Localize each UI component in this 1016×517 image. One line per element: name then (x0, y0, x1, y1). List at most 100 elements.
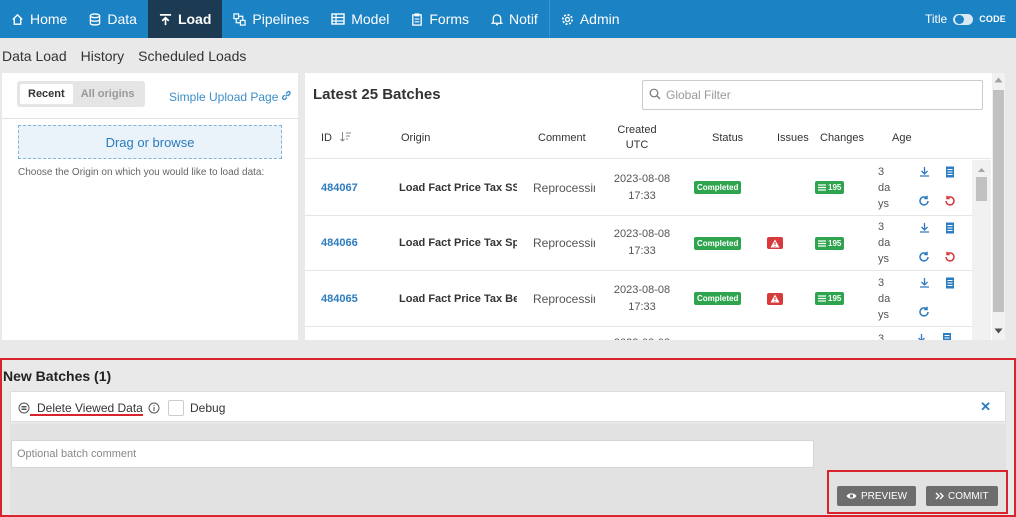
nav-load[interactable]: Load (147, 0, 223, 38)
batch-comment: Reprocessing (533, 291, 595, 306)
document-icon[interactable] (945, 166, 955, 181)
nav-model[interactable]: Model (320, 0, 400, 38)
warning-icon[interactable] (767, 292, 783, 305)
batch-id-link[interactable]: 484065 (321, 271, 381, 326)
download-icon[interactable] (916, 333, 927, 340)
row-actions-2 (942, 222, 958, 266)
subnav-scheduled-loads[interactable]: Scheduled Loads (138, 48, 246, 64)
debug-checkbox[interactable] (168, 399, 184, 416)
title-code-toggle[interactable] (953, 13, 974, 25)
nav-data[interactable]: Data (78, 0, 148, 38)
nav-home[interactable]: Home (0, 0, 78, 38)
column-status[interactable]: Status (712, 117, 743, 159)
table-row[interactable]: 484067 Load Fact Price Tax SS Reprocessi… (305, 160, 991, 216)
changes-badge[interactable]: 195 (815, 181, 845, 194)
batch-created: 2023-08-08 17:33 (605, 271, 679, 326)
model-icon (331, 13, 345, 25)
batch-origin: Load Fact Price Tax SS (399, 181, 517, 194)
download-icon[interactable] (919, 222, 930, 236)
changes-badge[interactable]: 195 (815, 236, 845, 250)
origin-panel: Recent All origins Simple Upload Page Dr… (2, 73, 298, 340)
column-changes[interactable]: Changes (820, 117, 864, 159)
preview-button[interactable]: PREVIEW (837, 486, 917, 506)
tab-all-origins[interactable]: All origins (73, 84, 143, 104)
batch-created: 2023-08-08 17:33 (605, 160, 679, 215)
document-icon[interactable] (942, 332, 952, 340)
sort-icon[interactable] (340, 131, 352, 145)
age-line: 3 (878, 276, 885, 289)
column-age[interactable]: Age (892, 117, 912, 159)
simple-upload-link[interactable]: Simple Upload Page (169, 90, 292, 104)
drag-or-browse-dropzone[interactable]: Drag or browse (18, 125, 282, 159)
reload-icon[interactable] (918, 251, 930, 266)
revert-icon[interactable] (944, 251, 956, 266)
download-icon[interactable] (919, 277, 930, 291)
row-actions-1 (916, 333, 927, 340)
page-scrollbar[interactable] (992, 73, 1005, 340)
nav-right-controls: Title CODE (925, 12, 1016, 26)
batch-age: 3 da ys (878, 271, 894, 326)
table-scrollbar[interactable] (972, 160, 991, 340)
new-batches-section: New Batches (1) Delete Viewed Data Debug… (0, 358, 1016, 517)
tab-recent[interactable]: Recent (20, 84, 73, 104)
list-icon (818, 239, 826, 247)
global-filter-input[interactable] (666, 88, 966, 102)
nav-forms[interactable]: Forms (400, 0, 480, 38)
table-row[interactable]: 484065 Load Fact Price Tax Be Reprocessi… (305, 271, 991, 327)
batches-panel: Latest 25 Batches ID Origin Comment Crea… (305, 73, 1005, 340)
divider (2, 118, 298, 119)
column-id[interactable]: ID (321, 117, 352, 159)
preview-button-label: PREVIEW (861, 490, 908, 502)
nav-pipelines[interactable]: Pipelines (222, 0, 320, 38)
batch-issues (767, 271, 787, 326)
document-icon[interactable] (945, 277, 955, 292)
column-origin[interactable]: Origin (401, 117, 430, 159)
table-row[interactable]: 484066 Load Fact Price Tax Sp Reprocessi… (305, 216, 991, 271)
reload-icon[interactable] (918, 306, 930, 321)
reload-icon[interactable] (918, 195, 930, 210)
batch-status: Completed (694, 271, 754, 326)
table-row[interactable]: 2023-08-08 3 (305, 327, 991, 340)
info-icon[interactable] (148, 392, 160, 423)
delete-viewed-data-label[interactable]: Delete Viewed Data (37, 392, 143, 423)
menu-circle-icon[interactable] (18, 392, 30, 423)
batch-id-link[interactable]: 484066 (321, 216, 381, 271)
batch-comment-input[interactable] (11, 440, 814, 468)
changes-count: 195 (828, 238, 842, 248)
debug-label: Debug (190, 400, 226, 415)
choose-origin-hint: Choose the Origin on which you would lik… (18, 167, 265, 178)
subnav-data-load[interactable]: Data Load (2, 48, 67, 64)
revert-icon[interactable] (944, 195, 956, 210)
document-icon[interactable] (945, 222, 955, 237)
subnav-history[interactable]: History (81, 48, 125, 64)
batch-age: 3 da ys (878, 160, 894, 215)
created-date: 2023-08-08 (613, 228, 671, 240)
list-icon (818, 295, 826, 302)
created-time: 17:33 (628, 245, 656, 257)
nav-notif[interactable]: Notif (480, 0, 549, 38)
download-icon[interactable] (919, 166, 930, 180)
batch-changes: 195 (815, 271, 851, 326)
column-comment[interactable]: Comment (538, 117, 586, 159)
warning-icon[interactable] (767, 237, 783, 249)
created-time: 17:33 (628, 189, 656, 202)
column-created-utc[interactable]: Created UTC (615, 117, 659, 159)
eye-icon (846, 493, 857, 499)
commit-button[interactable]: COMMIT (926, 486, 998, 506)
age-line: ys (878, 197, 889, 210)
close-icon[interactable]: ✕ (980, 399, 991, 415)
row-actions-2 (942, 166, 958, 210)
scroll-up-arrow-icon[interactable] (994, 77, 1003, 83)
column-issues[interactable]: Issues (777, 117, 809, 159)
nav-admin[interactable]: Admin (550, 0, 631, 38)
link-icon (281, 90, 292, 104)
status-badge: Completed (694, 236, 742, 250)
double-chevron-right-icon (935, 492, 944, 500)
page-scrollbar-thumb[interactable] (993, 90, 1004, 312)
batch-comment: Reprocessing (533, 180, 595, 195)
scroll-down-arrow-icon[interactable] (994, 328, 1003, 334)
batch-id-link[interactable]: 484067 (321, 160, 381, 215)
status-badge: Completed (694, 181, 742, 194)
changes-badge[interactable]: 195 (815, 292, 845, 305)
nav-forms-label: Forms (429, 11, 470, 27)
